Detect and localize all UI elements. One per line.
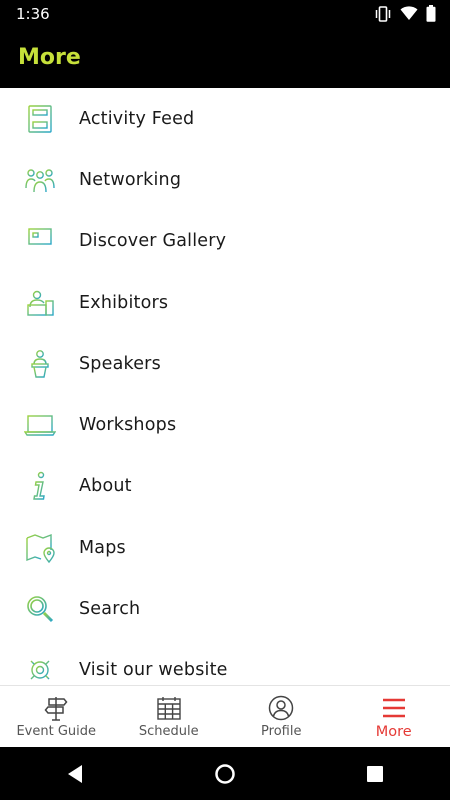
status-bar: 1:36 — [0, 0, 450, 27]
home-icon[interactable] — [195, 747, 255, 800]
recents-icon[interactable] — [345, 747, 405, 800]
nav-tab-more[interactable]: More — [338, 686, 450, 747]
menu-item-label: Discover Gallery — [79, 231, 227, 252]
calendar-icon — [156, 695, 182, 721]
menu-item-label: Exhibitors — [79, 292, 169, 313]
system-navigation-bar — [0, 747, 450, 800]
workshops-icon — [22, 407, 58, 443]
status-time: 1:36 — [16, 4, 50, 23]
menu-item-speakers[interactable]: Speakers — [0, 333, 450, 394]
info-icon — [22, 468, 58, 504]
menu-item-maps[interactable]: Maps — [0, 517, 450, 578]
hamburger-icon — [381, 695, 407, 721]
nav-tab-schedule[interactable]: Schedule — [113, 686, 226, 747]
exhibitors-icon — [22, 285, 58, 321]
more-menu-list[interactable]: Activity Feed Networking Discover Galler… — [0, 88, 450, 685]
menu-item-label: Maps — [79, 537, 126, 558]
wifi-icon — [400, 6, 418, 21]
nav-label: Schedule — [138, 724, 199, 739]
speakers-icon — [22, 346, 58, 382]
menu-item-networking[interactable]: Networking — [0, 149, 450, 210]
activity-feed-icon — [22, 101, 58, 137]
page-title: More — [18, 45, 81, 70]
gallery-icon — [22, 223, 58, 259]
menu-item-label: Workshops — [79, 415, 177, 436]
profile-icon — [268, 695, 294, 721]
menu-item-label: About — [79, 476, 132, 497]
menu-item-visit-website[interactable]: Visit our website — [0, 640, 450, 685]
nav-tab-profile[interactable]: Profile — [225, 686, 338, 747]
menu-item-discover-gallery[interactable]: Discover Gallery — [0, 211, 450, 272]
networking-icon — [22, 162, 58, 198]
menu-item-search[interactable]: Search — [0, 578, 450, 639]
nav-label: More — [375, 724, 412, 740]
menu-item-label: Visit our website — [79, 660, 228, 681]
back-icon[interactable] — [45, 747, 105, 800]
menu-item-about[interactable]: About — [0, 456, 450, 517]
nav-tab-event-guide[interactable]: Event Guide — [0, 686, 113, 747]
nav-label: Profile — [261, 724, 302, 739]
menu-item-workshops[interactable]: Workshops — [0, 394, 450, 455]
menu-item-activity-feed[interactable]: Activity Feed — [0, 88, 450, 149]
vibrate-icon — [374, 5, 392, 22]
menu-item-label: Search — [79, 599, 141, 620]
menu-item-label: Networking — [79, 169, 182, 190]
battery-icon — [426, 5, 436, 22]
search-icon — [22, 591, 58, 627]
app-bar: More — [0, 27, 450, 88]
nav-label: Event Guide — [16, 724, 97, 739]
signpost-icon — [43, 695, 69, 721]
website-icon — [22, 652, 58, 685]
menu-item-label: Activity Feed — [79, 108, 195, 129]
menu-item-exhibitors[interactable]: Exhibitors — [0, 272, 450, 333]
status-icons — [374, 5, 436, 22]
menu-item-label: Speakers — [79, 353, 161, 374]
map-icon — [22, 530, 58, 566]
bottom-navigation: Event Guide Schedule Profile More — [0, 685, 450, 747]
